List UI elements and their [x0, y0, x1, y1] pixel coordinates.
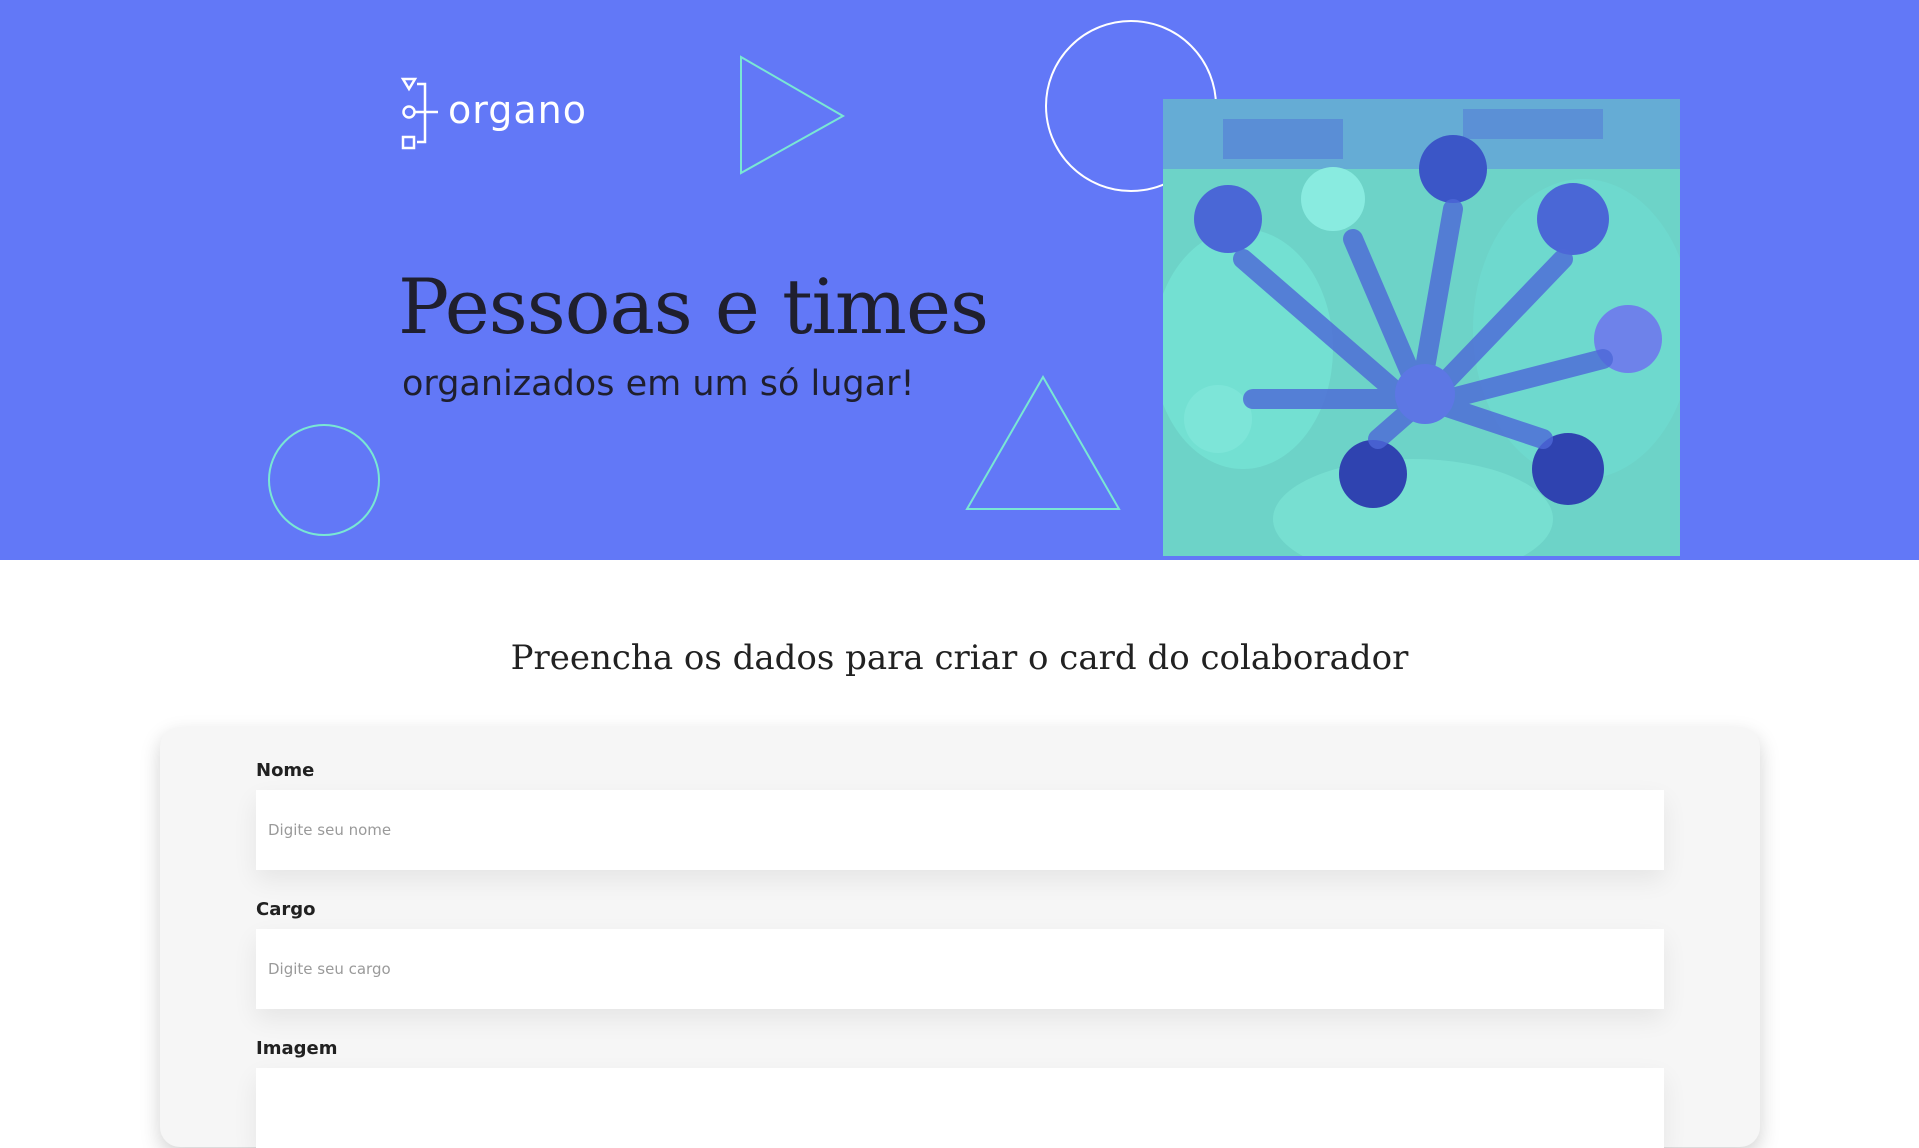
play-triangle-outline-icon	[740, 55, 846, 175]
form-heading: Preencha os dados para criar o card do c…	[510, 638, 1409, 678]
circle-outline-small-icon	[268, 424, 380, 536]
hero-banner: organo Pessoas e times organizados em um…	[0, 0, 1919, 560]
hero-subtitle: organizados em um só lugar!	[402, 364, 915, 404]
triangle-outline-icon	[965, 374, 1121, 510]
name-input[interactable]	[256, 790, 1664, 870]
role-label: Cargo	[256, 899, 316, 920]
organo-logo[interactable]: organo	[400, 76, 587, 150]
image-label: Imagem	[256, 1038, 338, 1059]
image-input[interactable]	[256, 1068, 1664, 1148]
name-label: Nome	[256, 760, 315, 781]
role-input[interactable]	[256, 929, 1664, 1009]
collaborator-form: Nome Cargo Imagem	[160, 727, 1760, 1148]
hero-image	[1153, 99, 1693, 560]
org-chart-icon	[400, 77, 438, 150]
hero-title: Pessoas e times	[398, 262, 989, 351]
logo-wordmark: organo	[448, 88, 587, 132]
team-hands-together-photo	[1153, 99, 1693, 560]
